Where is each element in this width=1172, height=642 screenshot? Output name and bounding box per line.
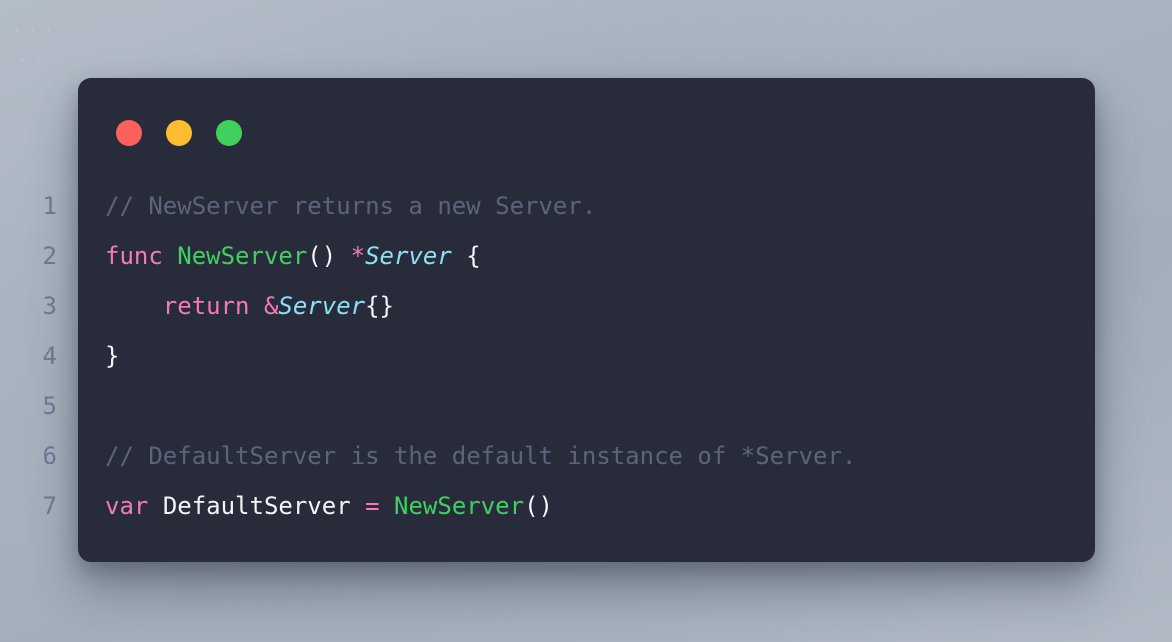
line-content: func NewServer() *Server {: [57, 231, 481, 281]
minimize-button[interactable]: [166, 120, 192, 146]
maximize-button[interactable]: [216, 120, 242, 146]
line-content: }: [57, 331, 119, 381]
line-number: 5: [42, 392, 57, 420]
line-content: // NewServer returns a new Server.: [57, 181, 596, 231]
line-content: // DefaultServer is the default instance…: [57, 431, 856, 481]
token-punct: (): [524, 492, 553, 520]
line-content: return &Server{}: [57, 281, 394, 331]
code-line[interactable]: 4}: [0, 331, 1172, 381]
token-function: NewServer: [177, 242, 308, 270]
token-type: Server: [365, 242, 452, 270]
line-content: var DefaultServer = NewServer(): [57, 481, 553, 531]
token-type: Server: [278, 292, 366, 320]
token-operator: =: [365, 492, 380, 520]
token-operator: &: [263, 292, 279, 320]
token-punct: {}: [365, 292, 395, 320]
window-titlebar: [116, 120, 242, 146]
line-number: 6: [42, 442, 57, 470]
token-function: NewServer: [394, 492, 525, 520]
token-comment: // DefaultServer is the default instance…: [105, 442, 857, 470]
token-punct: }: [105, 342, 120, 370]
token-keyword: func: [105, 242, 163, 270]
line-number: 2: [42, 242, 57, 270]
token-plain: DefaultServer: [162, 492, 351, 520]
token-comment: // NewServer returns a new Server.: [105, 192, 597, 220]
desktop-background: 1// NewServer returns a new Server. 2 func…: [0, 0, 1172, 642]
token-keyword: var: [105, 492, 149, 520]
line-number: 4: [42, 342, 57, 370]
token-punct: {: [451, 242, 481, 270]
token-keyword: return: [162, 292, 250, 320]
line-number: 3: [42, 292, 57, 320]
line-number: 7: [42, 492, 57, 520]
code-editor[interactable]: 1// NewServer returns a new Server. 2 func…: [0, 181, 1172, 531]
close-button[interactable]: [116, 120, 142, 146]
line-number: 1: [42, 192, 57, 220]
code-line[interactable]: 6 // DefaultServer is the default instanc…: [0, 431, 1172, 481]
token-operator: *: [350, 242, 366, 270]
line-content: ​: [57, 381, 105, 431]
code-line[interactable]: 7 var DefaultServer = NewServer(): [0, 481, 1172, 531]
code-line[interactable]: 3 return &Server{}: [0, 281, 1172, 331]
token-punct: (): [307, 242, 337, 270]
code-line[interactable]: 2 func NewServer() *Server {: [0, 231, 1172, 281]
code-line[interactable]: 5​: [0, 381, 1172, 431]
code-line[interactable]: 1 // NewServer returns a new Server.: [0, 181, 1172, 231]
